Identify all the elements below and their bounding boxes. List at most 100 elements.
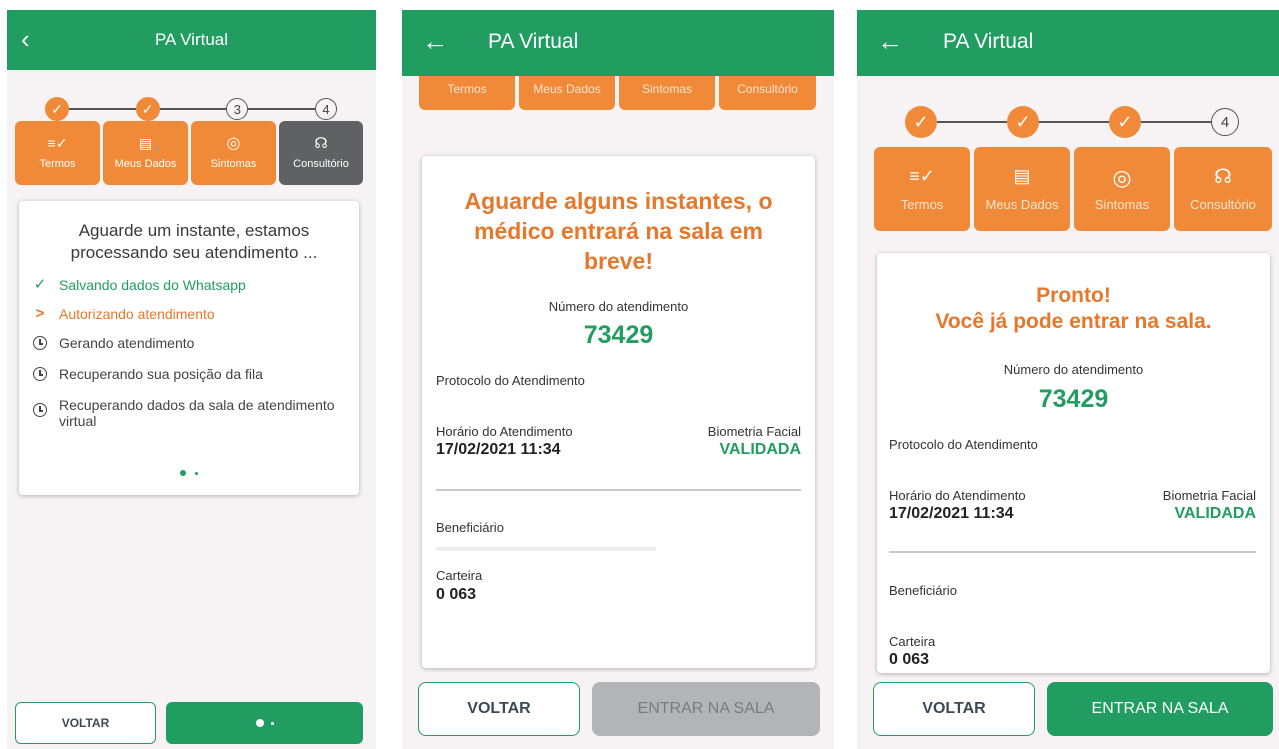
number-label: Número do atendimento — [548, 299, 689, 314]
tab-consultorio[interactable]: ☊ Consultório — [279, 121, 363, 185]
step-2-check-icon: ✓ — [1007, 106, 1039, 138]
back-button[interactable]: VOLTAR — [873, 682, 1035, 736]
tab-sintomas[interactable]: ◎ Sintomas — [191, 121, 276, 185]
screen-processing: ‹ PA Virtual ✓ ✓ 3 4 ≡✓ Termos ▤ Meus Da… — [7, 10, 376, 749]
time-value: 17/02/2021 11:34 — [436, 441, 561, 458]
step-tabs: ≡✓ Termos ▤ Meus Dados ◎ Sintomas ☊ Cons… — [874, 147, 1272, 231]
app-bar: ← PA Virtual — [857, 10, 1279, 76]
screen-content: ✓ ✓ 3 4 ≡✓ Termos ▤ Meus Dados ◎ Sintoma… — [7, 70, 376, 749]
tab-termos[interactable]: ≡✓ Termos — [874, 147, 970, 231]
wallet-label: Carteira — [436, 568, 483, 583]
ready-heading-line1: Pronto! — [1036, 284, 1111, 307]
page-indicator — [19, 463, 359, 481]
waiting-card: Aguarde alguns instantes, o médico entra… — [422, 156, 815, 668]
number-label: Número do atendimento — [1003, 362, 1144, 377]
tab-meus-dados[interactable]: ▤ Meus Dados — [103, 121, 188, 185]
step-4: 4 — [1211, 108, 1239, 136]
status-item: Recuperando dados da sala de atendimento… — [29, 397, 349, 429]
app-title: PA Virtual — [154, 30, 229, 49]
time-value: 17/02/2021 11:34 — [889, 505, 1014, 522]
target-rings-icon: ◎ — [1112, 164, 1132, 190]
check-icon: ✓ — [33, 276, 47, 293]
clock-icon — [29, 397, 51, 420]
back-arrow-icon[interactable]: ‹ — [21, 26, 30, 52]
protocol-label: Protocolo do Atendimento — [436, 373, 585, 388]
clock-icon — [29, 335, 51, 353]
status-item: ✓ Salvando dados do Whatsapp — [29, 276, 349, 294]
back-arrow-icon[interactable]: ← — [877, 28, 903, 54]
enter-room-button[interactable]: ENTRAR NA SALA — [1047, 682, 1273, 736]
protocol-label: Protocolo do Atendimento — [889, 437, 1038, 452]
app-title: PA Virtual — [943, 30, 1034, 53]
tab-sintomas[interactable]: Sintomas — [619, 76, 715, 110]
step-connector — [159, 108, 227, 110]
stepper: ✓ ✓ ✓ 4 — [905, 106, 1239, 138]
step-3-check-icon: ✓ — [1109, 106, 1141, 138]
time-label: Horário do Atendimento — [436, 424, 573, 439]
stethoscope-icon: ☊ — [1214, 165, 1232, 188]
tab-meus-dados[interactable]: ▤ Meus Dados — [974, 147, 1070, 231]
tab-label: Termos — [900, 196, 944, 212]
biometry-label: Biometria Facial — [1162, 488, 1256, 503]
wallet-value: 0 063 — [436, 586, 477, 603]
status-item: > Autorizando atendimento — [29, 305, 349, 323]
tab-label: Sintomas — [1094, 196, 1150, 212]
screen-waiting: ← PA Virtual Termos Meus Dados Sintomas … — [402, 10, 834, 749]
list-check-icon: ≡✓ — [909, 165, 935, 186]
attendance-number: 73429 — [1038, 385, 1109, 413]
tab-label: Termos — [39, 158, 76, 170]
beneficiary-label: Beneficiário — [889, 583, 957, 598]
loading-button[interactable] — [166, 702, 363, 744]
stepper: ✓ ✓ 3 4 — [45, 97, 338, 121]
beneficiary-redacted — [436, 547, 656, 551]
data-grid-icon: ▤ — [1013, 165, 1031, 186]
step-1-check-icon: ✓ — [905, 106, 937, 138]
tab-termos[interactable]: Termos — [419, 76, 515, 110]
step-3: 3 — [226, 98, 249, 120]
waiting-heading: Aguarde alguns instantes, o médico entra… — [464, 188, 773, 274]
ready-card: Pronto! Você já pode entrar na sala. Núm… — [877, 253, 1270, 673]
tab-sintomas[interactable]: ◎ Sintomas — [1074, 147, 1170, 231]
divider — [889, 551, 1256, 553]
biometry-status: VALIDADA — [719, 441, 801, 458]
time-label: Horário do Atendimento — [889, 488, 1026, 503]
step-2-check-icon: ✓ — [135, 97, 160, 121]
tab-consultorio[interactable]: ☊ Consultório — [1174, 147, 1272, 231]
status-item: Gerando atendimento — [29, 335, 349, 353]
step-tabs: ≡✓ Termos ▤ Meus Dados ◎ Sintomas ☊ Cons… — [15, 121, 366, 185]
step-connector — [937, 121, 1007, 123]
tab-label: Meus Dados — [985, 196, 1059, 212]
divider — [436, 489, 801, 491]
processing-message: Aguarde um instante, estamos processando… — [70, 221, 318, 262]
screen-content: ✓ ✓ ✓ 4 ≡✓ Termos ▤ Meus Dados ◎ Sintoma… — [857, 76, 1279, 749]
biometry-label: Biometria Facial — [707, 424, 801, 439]
back-button[interactable]: VOLTAR — [15, 702, 156, 744]
biometry-status: VALIDADA — [1174, 505, 1256, 522]
app-title: PA Virtual — [488, 30, 579, 53]
page-dot — [194, 472, 198, 475]
step-connector — [248, 108, 316, 110]
data-grid-icon: ▤ — [138, 135, 153, 151]
step-connector — [69, 108, 136, 110]
chevron-right-icon: > — [35, 305, 45, 322]
enter-room-button-disabled[interactable]: ENTRAR NA SALA — [592, 682, 820, 736]
tab-meus-dados[interactable]: Meus Dados — [519, 76, 615, 110]
tab-termos[interactable]: ≡✓ Termos — [15, 121, 100, 185]
clock-icon — [29, 366, 51, 384]
wallet-label: Carteira — [889, 634, 936, 649]
back-arrow-icon[interactable]: ← — [422, 28, 448, 54]
list-check-icon: ≡✓ — [47, 135, 68, 151]
step-4: 4 — [315, 98, 338, 120]
app-bar: ‹ PA Virtual — [7, 10, 376, 70]
tab-consultorio[interactable]: Consultório — [719, 76, 816, 110]
attendance-number: 73429 — [583, 321, 654, 349]
step-connector — [1141, 121, 1211, 123]
app-bar: ← PA Virtual — [402, 10, 834, 76]
step-tabs-scrolled: Termos Meus Dados Sintomas Consultório — [419, 76, 819, 110]
beneficiary-label: Beneficiário — [436, 520, 504, 535]
processing-card: Aguarde um instante, estamos processando… — [19, 201, 359, 495]
target-rings-icon: ◎ — [226, 135, 241, 152]
back-button[interactable]: VOLTAR — [418, 682, 580, 736]
step-connector — [1039, 121, 1109, 123]
status-list: ✓ Salvando dados do Whatsapp > Autorizan… — [29, 277, 349, 442]
